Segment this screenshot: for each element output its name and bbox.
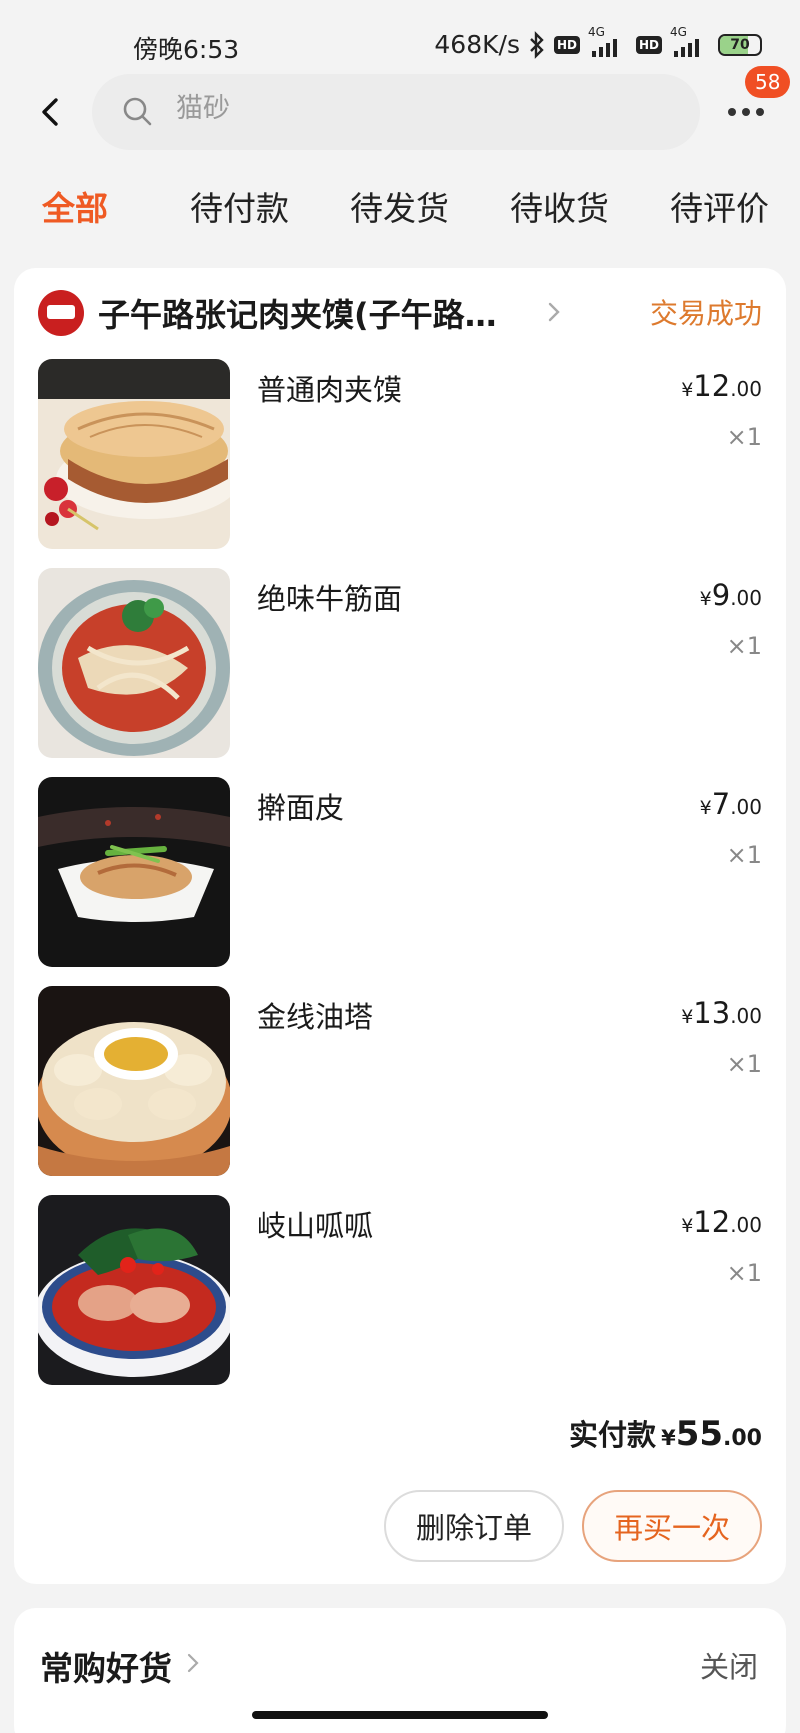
item-quantity: ×1 [726, 841, 762, 869]
status-time: 傍晚6:53 [133, 35, 240, 64]
item-name: 绝味牛筋面 [257, 582, 403, 616]
total-label: 实付款 [568, 1418, 656, 1452]
order-item[interactable]: 岐山呱呱 ¥12.00 ×1 [14, 1195, 786, 1385]
item-quantity: ×1 [726, 1259, 762, 1287]
battery-icon: 70 [718, 33, 762, 56]
tab-pending-review[interactable]: 待评价 [670, 182, 769, 230]
item-name: 普通肉夹馍 [257, 373, 403, 407]
order-item[interactable]: 绝味牛筋面 ¥9.00 ×1 [14, 568, 786, 758]
home-indicator[interactable] [252, 1711, 548, 1719]
hd-icon-2: HD [635, 35, 662, 54]
hd-icon: HD [553, 35, 580, 54]
food-image-ganmianpi[interactable] [38, 777, 230, 967]
back-button[interactable] [32, 92, 72, 132]
order-item[interactable]: 金线油塔 ¥13.00 ×1 [14, 986, 786, 1176]
order-status: 交易成功 [649, 297, 762, 330]
network-label-2: 4G [670, 24, 687, 39]
search-input[interactable] [176, 93, 656, 124]
buy-again-button[interactable]: 再买一次 [582, 1490, 762, 1562]
more-dot-icon [728, 108, 736, 116]
bluetooth-icon [530, 30, 544, 59]
search-bar[interactable] [92, 74, 700, 150]
more-menu-button[interactable] [728, 102, 772, 122]
item-price: ¥12.00 [681, 1205, 762, 1239]
net-speed: 468K/s [434, 30, 520, 59]
signal-icon: 4G [588, 25, 628, 59]
item-price: ¥9.00 [699, 578, 762, 612]
more-dot-icon [756, 108, 764, 116]
notification-badge: 58 [745, 66, 791, 98]
food-image-jinxian-youta[interactable] [38, 986, 230, 1176]
shop-name[interactable]: 子午路张记肉夹馍(子午路… [98, 290, 497, 336]
shop-logo[interactable] [38, 290, 84, 336]
order-tabs: 全部 待付款 待发货 待收货 待评价 [0, 182, 800, 242]
status-icons: 468K/s HD 4G HD 4G 70 [434, 25, 762, 59]
chevron-right-icon[interactable] [186, 1652, 200, 1674]
food-image-roujiamo[interactable] [38, 359, 230, 549]
item-quantity: ×1 [726, 423, 762, 451]
item-name: 岐山呱呱 [257, 1209, 374, 1243]
item-name: 金线油塔 [257, 1000, 374, 1034]
tab-pending-receipt[interactable]: 待收货 [510, 182, 609, 230]
order-item[interactable]: 擀面皮 ¥7.00 ×1 [14, 777, 786, 967]
item-price: ¥7.00 [699, 787, 762, 821]
item-quantity: ×1 [726, 632, 762, 660]
item-name: 擀面皮 [257, 791, 345, 825]
food-image-beef-tendon-noodles[interactable] [38, 568, 230, 758]
item-quantity: ×1 [726, 1050, 762, 1078]
back-arrow-icon [42, 98, 58, 126]
signal-icon-2: 4G [670, 25, 710, 59]
network-label: 4G [587, 24, 605, 39]
tab-all[interactable]: 全部 [42, 182, 108, 230]
order-item[interactable]: 普通肉夹馍 ¥12.00 ×1 [14, 359, 786, 549]
chevron-right-icon[interactable] [546, 300, 562, 324]
search-icon [123, 97, 152, 126]
tab-pending-payment[interactable]: 待付款 [190, 182, 289, 230]
battery-level: 70 [730, 36, 750, 53]
order-card: 子午路张记肉夹馍(子午路… 交易成功 普通肉夹馍 ¥12.00 ×1 绝味牛筋面… [14, 268, 786, 1584]
total-amount: 55 [675, 1414, 724, 1454]
section-title[interactable]: 常购好货 [40, 1642, 172, 1690]
item-price: ¥13.00 [681, 996, 762, 1030]
delete-order-button[interactable]: 删除订单 [384, 1490, 564, 1562]
food-image-qishan-guagua[interactable] [38, 1195, 230, 1385]
tab-pending-shipment[interactable]: 待发货 [350, 182, 449, 230]
order-total: 实付款 ¥55.00 [568, 1414, 762, 1454]
close-section-button[interactable]: 关闭 [700, 1644, 758, 1686]
more-dot-icon [742, 108, 750, 116]
item-price: ¥12.00 [681, 369, 762, 403]
